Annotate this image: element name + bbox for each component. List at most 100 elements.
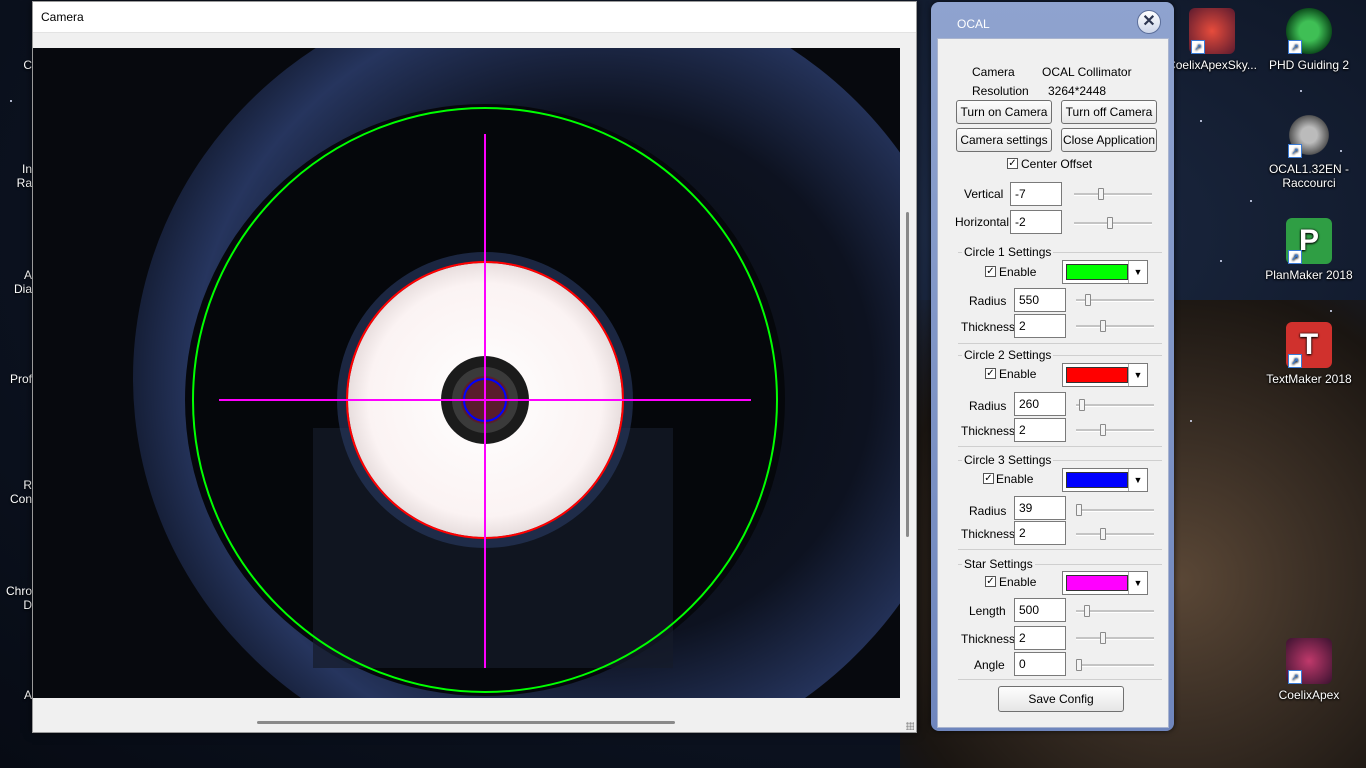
circle-2-thickness-label: Thickness	[961, 424, 1016, 438]
horizontal-slider[interactable]	[1074, 217, 1152, 229]
circle-2-radius-input[interactable]: 260	[1014, 392, 1066, 416]
circle-3-color-select[interactable]: ▼	[1062, 468, 1148, 492]
circle-2-thickness-slider[interactable]	[1076, 424, 1154, 436]
circle-1-radius-input[interactable]: 550	[1014, 288, 1066, 312]
circle-3-color-swatch	[1066, 472, 1128, 488]
star-angle-slider[interactable]	[1076, 659, 1154, 671]
close-application-button[interactable]: Close Application	[1061, 128, 1157, 152]
vertical-input[interactable]: -7	[1010, 182, 1062, 206]
camera-feed	[33, 48, 900, 698]
circle-1-color-select[interactable]: ▼	[1062, 260, 1148, 284]
circle-3-thickness-input[interactable]: 2	[1014, 521, 1066, 545]
camera-settings-button[interactable]: Camera settings	[956, 128, 1052, 152]
resize-grip-icon[interactable]	[906, 722, 914, 730]
circle-3-radius-input[interactable]: 39	[1014, 496, 1066, 520]
camera-view[interactable]	[33, 48, 900, 698]
camera-vertical-scrollbar[interactable]	[906, 212, 909, 537]
vertical-slider[interactable]	[1074, 188, 1152, 200]
chevron-down-icon: ▼	[1128, 364, 1147, 386]
horizontal-slider-thumb[interactable]	[1107, 217, 1113, 229]
camera-window[interactable]: Camera	[32, 1, 917, 733]
star-length-slider[interactable]	[1076, 605, 1154, 617]
turn-off-camera-button[interactable]: Turn off Camera	[1061, 100, 1157, 124]
ocal-panel[interactable]: OCAL ✕ Camera OCAL Collimator Resolution…	[931, 2, 1174, 731]
circle-3-radius-label: Radius	[969, 504, 1007, 518]
coelix-apex-sky-icon: ↗	[1189, 8, 1235, 54]
vertical-slider-thumb[interactable]	[1098, 188, 1104, 200]
star-thickness-label: Thickness	[961, 632, 1016, 646]
camera-horizontal-scrollbar[interactable]	[257, 721, 675, 724]
circle-3-thickness-slider[interactable]	[1076, 528, 1154, 540]
chevron-down-icon: ▼	[1128, 469, 1147, 491]
star-thickness-slider[interactable]	[1076, 632, 1154, 644]
chevron-down-icon: ▼	[1128, 572, 1147, 594]
phd-guiding-icon: ↗	[1286, 8, 1332, 54]
circle-3-radius-thumb[interactable]	[1076, 504, 1082, 516]
circle-2-enable-checkbox[interactable]: ✓	[985, 368, 996, 379]
circle-1-radius-label: Radius	[969, 294, 1007, 308]
camera-value: OCAL Collimator	[1042, 65, 1132, 79]
star-enable-checkbox[interactable]: ✓	[985, 576, 996, 587]
turn-on-camera-button[interactable]: Turn on Camera	[956, 100, 1052, 124]
circle-2-enable-label: Enable	[999, 367, 1037, 381]
desktop-icon-coelixapexsky[interactable]: ↗ CoelixApexSky...	[1167, 8, 1257, 72]
circle-1-thickness-thumb[interactable]	[1100, 320, 1106, 332]
circle-2-thickness-thumb[interactable]	[1100, 424, 1106, 436]
star-angle-label: Angle	[974, 658, 1005, 672]
star-length-label: Length	[969, 604, 1006, 618]
star-thickness-thumb[interactable]	[1100, 632, 1106, 644]
desktop-icon-textmaker[interactable]: T ↗ TextMaker 2018	[1264, 322, 1354, 386]
circle-1-enable-label: Enable	[999, 265, 1037, 279]
ocal-gear-icon: ↗	[1286, 112, 1332, 158]
circle-1-thickness-slider[interactable]	[1076, 320, 1154, 332]
resolution-value: 3264*2448	[1048, 84, 1107, 98]
desktop-icon-phd-guiding[interactable]: ↗ PHD Guiding 2	[1264, 8, 1354, 72]
circle-2-radius-thumb[interactable]	[1079, 399, 1085, 411]
circle-3-title: Circle 3 Settings	[962, 453, 1054, 467]
circle-1-radius-slider[interactable]	[1076, 294, 1154, 306]
star-angle-thumb[interactable]	[1076, 659, 1082, 671]
circle-3-radius-slider[interactable]	[1076, 504, 1154, 516]
circle-3-enable-label: Enable	[996, 472, 1034, 486]
circle-2-title: Circle 2 Settings	[962, 348, 1054, 362]
circle-2-radius-slider[interactable]	[1076, 399, 1154, 411]
desktop-icon-ocal[interactable]: ↗ OCAL1.32EN - Raccourci	[1264, 112, 1354, 190]
camera-label: Camera	[972, 65, 1015, 79]
save-config-button[interactable]: Save Config	[998, 686, 1124, 712]
circle-3-enable-checkbox[interactable]: ✓	[983, 473, 994, 484]
star-color-swatch	[1066, 575, 1128, 591]
star-thickness-input[interactable]: 2	[1014, 626, 1066, 650]
planmaker-icon: P ↗	[1286, 218, 1332, 264]
circle-1-thickness-input[interactable]: 2	[1014, 314, 1066, 338]
star-color-select[interactable]: ▼	[1062, 571, 1148, 595]
circle-3-thickness-thumb[interactable]	[1100, 528, 1106, 540]
star-title: Star Settings	[962, 557, 1035, 571]
star-length-input[interactable]: 500	[1014, 598, 1066, 622]
circle-2-radius-label: Radius	[969, 399, 1007, 413]
horizontal-input[interactable]: -2	[1010, 210, 1062, 234]
circle-2-thickness-input[interactable]: 2	[1014, 418, 1066, 442]
circle-1-enable-checkbox[interactable]: ✓	[985, 266, 996, 277]
circle-1-radius-thumb[interactable]	[1085, 294, 1091, 306]
desktop-icon-planmaker[interactable]: P ↗ PlanMaker 2018	[1264, 218, 1354, 282]
circle-3-thickness-label: Thickness	[961, 527, 1016, 541]
chevron-down-icon: ▼	[1128, 261, 1147, 283]
star-enable-label: Enable	[999, 575, 1037, 589]
star-length-thumb[interactable]	[1084, 605, 1090, 617]
circle-2-color-select[interactable]: ▼	[1062, 363, 1148, 387]
circle-1-color-swatch	[1066, 264, 1128, 280]
close-icon[interactable]: ✕	[1137, 10, 1161, 34]
resolution-label: Resolution	[972, 84, 1029, 98]
left-desktop-labels: C In Ra A Dia Prof R Con Chro D A	[5, 58, 32, 702]
star-angle-input[interactable]: 0	[1014, 652, 1066, 676]
camera-window-title: Camera	[33, 2, 916, 33]
ocal-body: Camera OCAL Collimator Resolution 3264*2…	[937, 38, 1169, 728]
coelix-apex-icon: ↗	[1286, 638, 1332, 684]
textmaker-icon: T ↗	[1286, 322, 1332, 368]
center-offset-label: Center Offset	[1021, 157, 1093, 171]
circle-1-title: Circle 1 Settings	[962, 245, 1054, 259]
center-offset-checkbox[interactable]: ✓	[1007, 158, 1018, 169]
circle-2-color-swatch	[1066, 367, 1128, 383]
horizontal-label: Horizontal	[955, 215, 1010, 229]
desktop-icon-coelixapex[interactable]: ↗ CoelixApex	[1264, 638, 1354, 702]
